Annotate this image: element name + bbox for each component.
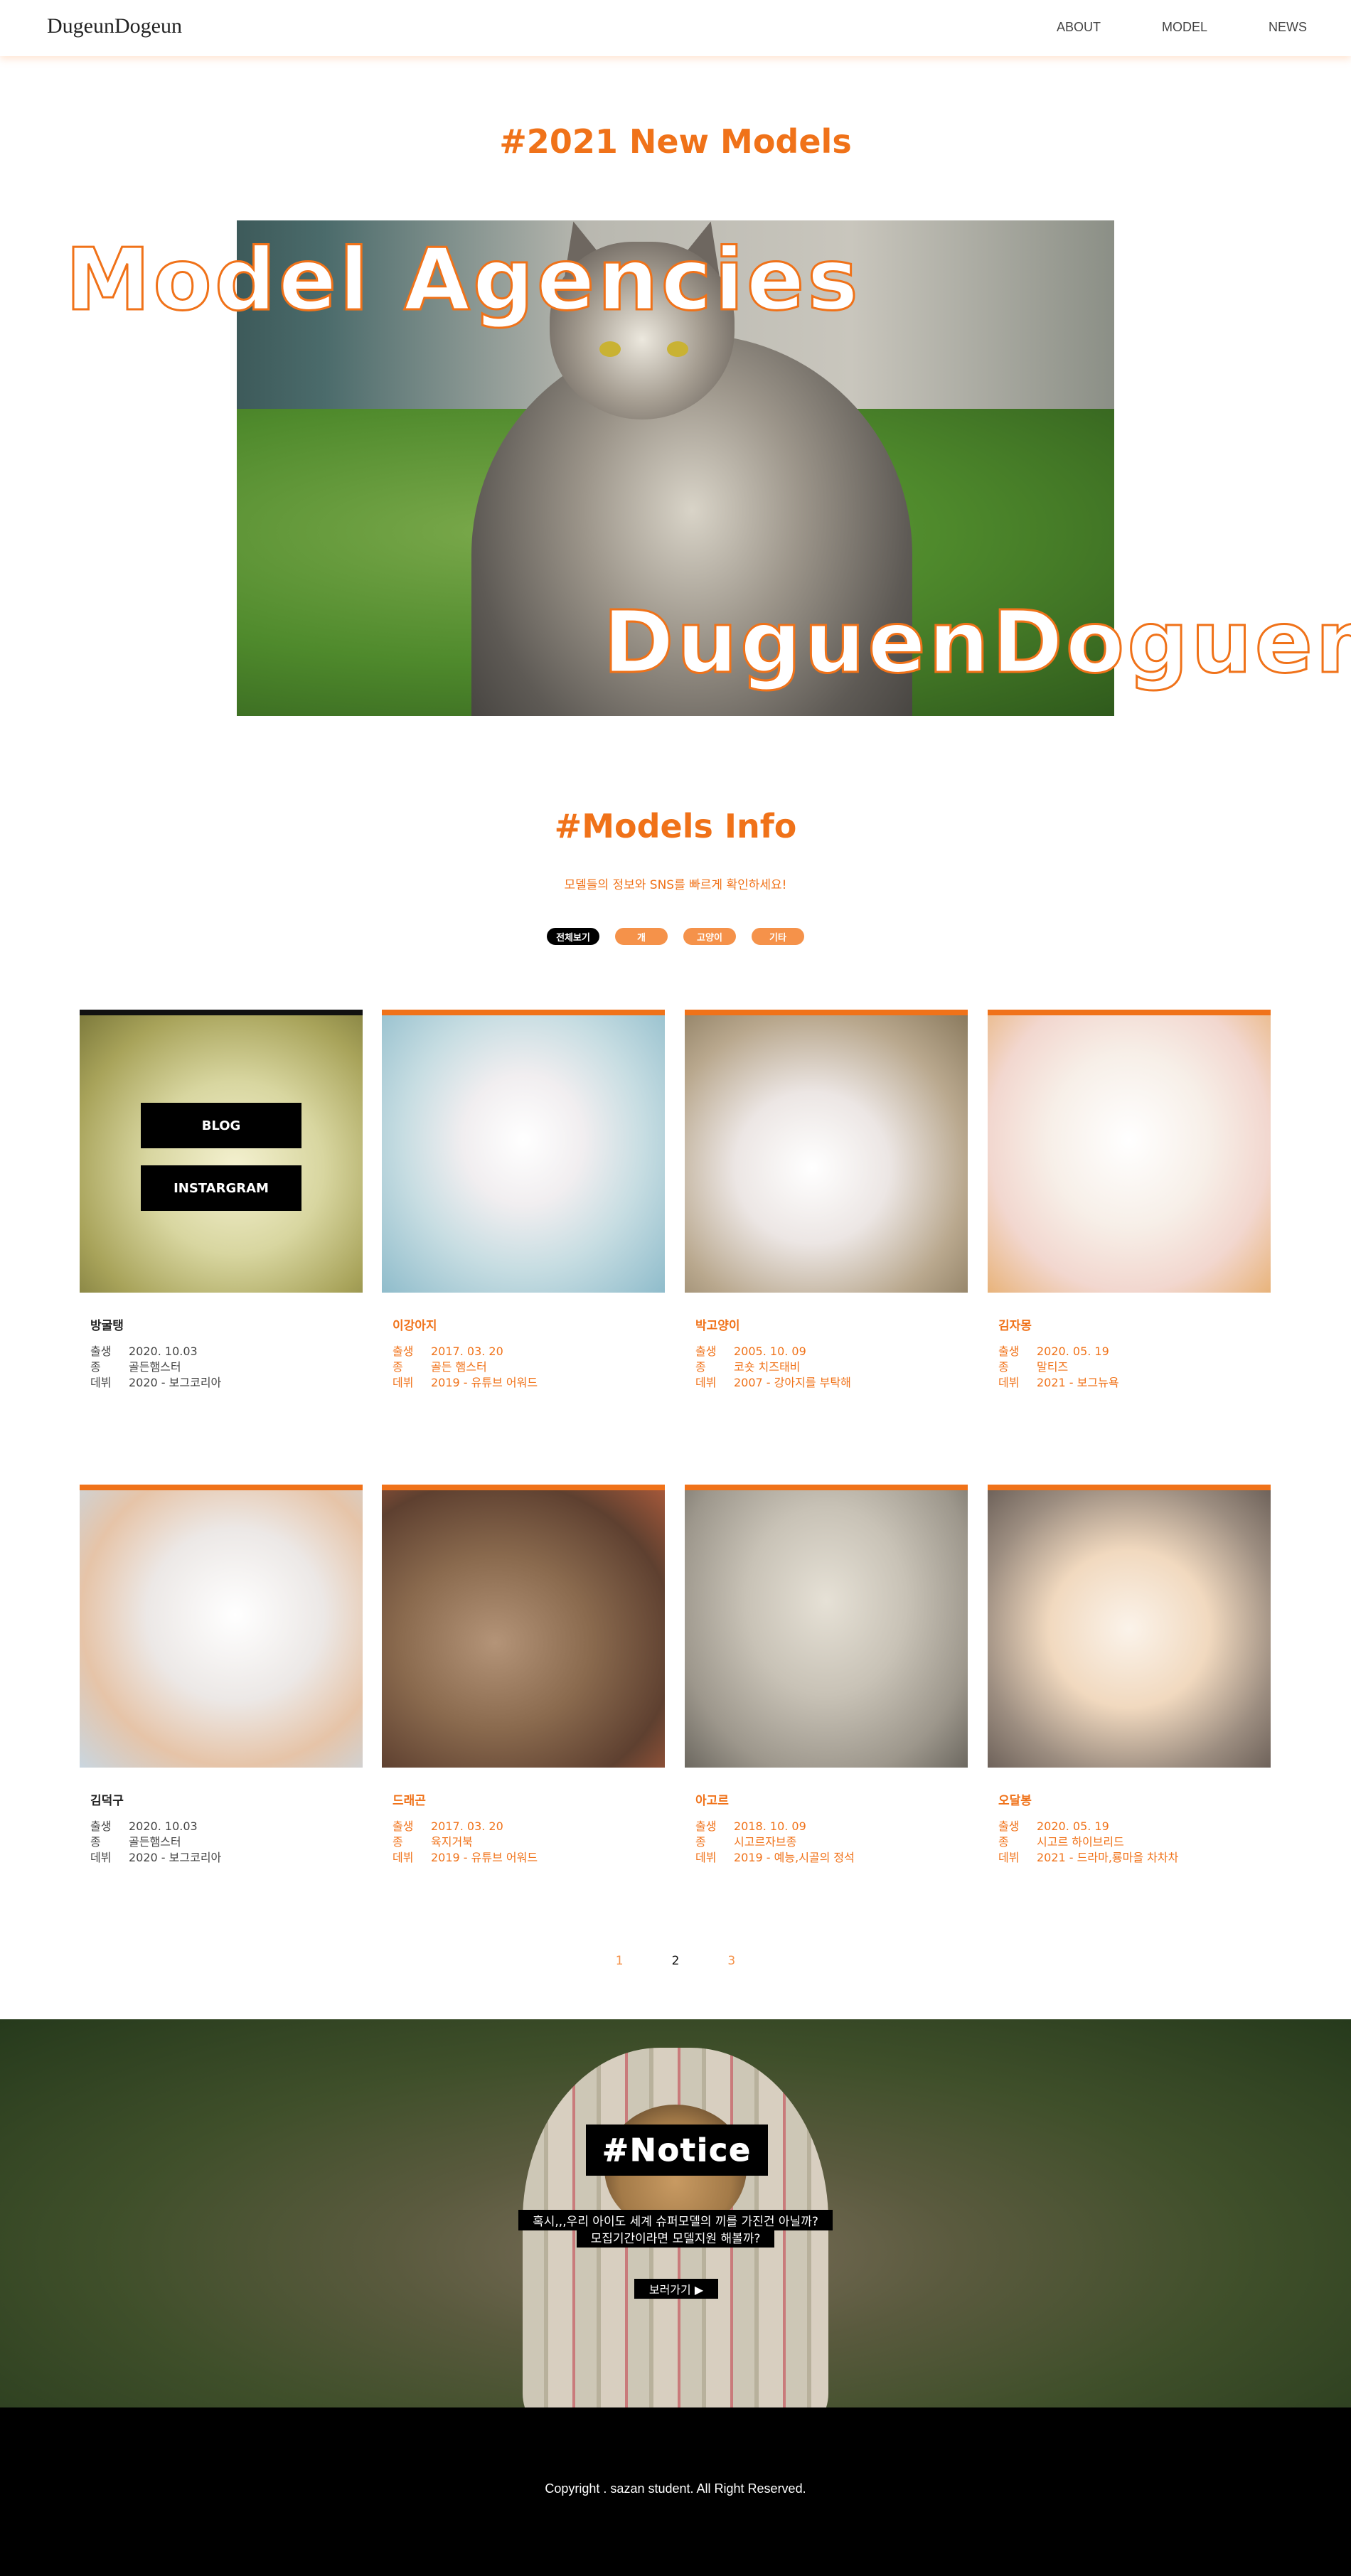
- nav-about[interactable]: ABOUT: [1057, 20, 1101, 35]
- model-card[interactable]: 오달봉 출생 2020. 05. 19 종 시고르 하이브리드 데뷔 2021 - 드…: [988, 1485, 1271, 1864]
- model-card[interactable]: 김덕구 출생 2020. 10.03 종 골든햄스터 데뷔 2020 - 보그코리아: [80, 1485, 363, 1864]
- model-card[interactable]: BLOG INSTARGRAM 방굴탱 출생 2020. 10.03 종 골든햄스터…: [80, 1010, 363, 1389]
- copyright-text: Copyright . sazan student. All Right Res…: [545, 2481, 806, 2496]
- hero-overlay-top: Model Agencies: [65, 230, 861, 331]
- site-header: DugeunDogeun ABOUT MODEL NEWS: [0, 0, 1351, 56]
- filter-cat[interactable]: 고양이: [683, 928, 736, 945]
- model-card[interactable]: 아고르 출생 2018. 10. 09 종 시고르자브종 데뷔 2019 - 예능,시…: [685, 1485, 968, 1864]
- model-photo: [382, 1485, 665, 1768]
- notice-section: #Notice 혹시,,,우리 아이도 세계 슈퍼모델의 끼를 가진건 아닐까?…: [0, 2019, 1351, 2407]
- site-footer: Copyright . sazan student. All Right Res…: [0, 2407, 1351, 2576]
- model-card[interactable]: 드래곤 출생 2017. 03. 20 종 육지거북 데뷔 2019 - 유튜브 어워…: [382, 1485, 665, 1864]
- pagination: 1 2 3: [0, 1954, 1351, 1968]
- model-photo: [988, 1010, 1271, 1293]
- model-photo: [988, 1485, 1271, 1768]
- model-info: 출생 2005. 10. 09 종 코숏 치즈태비 데뷔 2007 - 강아지를 부탁…: [695, 1345, 851, 1389]
- filter-etc[interactable]: 기타: [752, 928, 804, 945]
- models-info-subtitle: 모델들의 정보와 SNS를 빠르게 확인하세요!: [564, 878, 787, 892]
- page-2[interactable]: 2: [672, 1954, 680, 1968]
- model-info: 출생 2017. 03. 20 종 육지거북 데뷔 2019 - 유튜브 어워드: [393, 1819, 538, 1864]
- model-photo: [80, 1485, 363, 1768]
- model-name: 아고르: [695, 1794, 729, 1808]
- page-1[interactable]: 1: [616, 1954, 624, 1968]
- model-name: 오달봉: [998, 1794, 1032, 1808]
- filter-all[interactable]: 전체보기: [547, 928, 599, 945]
- site-logo[interactable]: DugeunDogeun: [47, 14, 182, 38]
- model-card[interactable]: 박고양이 출생 2005. 10. 09 종 코숏 치즈태비 데뷔 2007 - 강아…: [685, 1010, 968, 1389]
- model-name: 이강아지: [393, 1319, 437, 1333]
- model-card[interactable]: 김자몽 출생 2020. 05. 19 종 말티즈 데뷔 2021 - 보그뉴욕: [988, 1010, 1271, 1389]
- model-info: 출생 2020. 05. 19 종 시고르 하이브리드 데뷔 2021 - 드라마,룡…: [998, 1819, 1179, 1864]
- blog-button[interactable]: BLOG: [141, 1103, 301, 1148]
- notice-go-button[interactable]: 보러가기 ▶: [634, 2279, 718, 2299]
- model-info: 출생 2020. 10.03 종 골든햄스터 데뷔 2020 - 보그코리아: [90, 1345, 222, 1389]
- main-nav: ABOUT MODEL NEWS: [995, 20, 1307, 35]
- models-info-title: #Models Info: [554, 807, 797, 845]
- model-info: 출생 2018. 10. 09 종 시고르자브종 데뷔 2019 - 예능,시골의 정…: [695, 1819, 855, 1864]
- nav-model[interactable]: MODEL: [1162, 20, 1207, 35]
- model-photo: BLOG INSTARGRAM: [80, 1010, 363, 1293]
- model-card[interactable]: 이강아지 출생 2017. 03. 20 종 골든 햄스터 데뷔 2019 - 유튜브…: [382, 1010, 665, 1389]
- filter-dog[interactable]: 개: [615, 928, 668, 945]
- instagram-button[interactable]: INSTARGRAM: [141, 1165, 301, 1211]
- model-photo: [685, 1010, 968, 1293]
- model-photo: [685, 1485, 968, 1768]
- nav-news[interactable]: NEWS: [1269, 20, 1307, 35]
- new-models-title: #2021 New Models: [499, 122, 852, 161]
- page-3[interactable]: 3: [727, 1954, 735, 1968]
- notice-title: #Notice: [586, 2125, 768, 2176]
- model-info: 출생 2017. 03. 20 종 골든 햄스터 데뷔 2019 - 유튜브 어워드: [393, 1345, 538, 1389]
- model-info: 출생 2020. 05. 19 종 말티즈 데뷔 2021 - 보그뉴욕: [998, 1345, 1119, 1389]
- model-name: 드래곤: [393, 1794, 426, 1808]
- model-info: 출생 2020. 10.03 종 골든햄스터 데뷔 2020 - 보그코리아: [90, 1819, 222, 1864]
- filter-bar: 전체보기 개 고양이 기타: [0, 928, 1351, 945]
- model-name: 방굴탱: [90, 1319, 124, 1333]
- model-name: 김자몽: [998, 1319, 1032, 1333]
- notice-text-line-2: 모집기간이라면 모델지원 해볼까?: [0, 2227, 1351, 2248]
- model-name: 박고양이: [695, 1319, 740, 1333]
- model-photo: [382, 1010, 665, 1293]
- hero-overlay-bottom: DuguenDoguen: [602, 593, 1351, 694]
- model-name: 김덕구: [90, 1794, 124, 1808]
